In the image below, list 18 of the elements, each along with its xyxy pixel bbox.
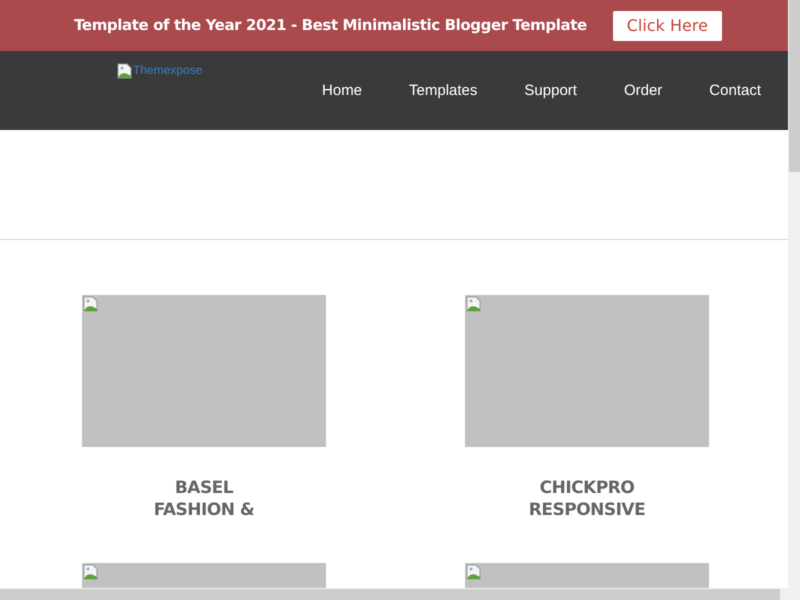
nav-link[interactable]: Order <box>624 80 662 102</box>
nav-link[interactable]: Contact <box>709 80 761 102</box>
nav-link[interactable]: Support <box>524 80 577 102</box>
nav-link[interactable]: Home <box>322 80 362 102</box>
broken-image-icon <box>83 296 99 312</box>
nav-link[interactable]: Templates <box>409 80 478 102</box>
template-title[interactable]: CHICKPRO <box>540 477 634 499</box>
click-here-button[interactable]: Click Here <box>612 10 722 40</box>
broken-image-icon <box>466 564 482 580</box>
scrollbar-thumb[interactable] <box>789 0 800 172</box>
broken-image-icon <box>466 296 482 312</box>
vertical-scrollbar[interactable] <box>788 0 800 600</box>
broken-image-icon <box>83 564 99 580</box>
template-title[interactable]: BASEL <box>174 477 234 499</box>
template-title[interactable]: RESPONSIVE <box>528 499 646 521</box>
broken-image-icon <box>117 63 133 79</box>
promo-text: Template of the Year 2021 - Best Minimalistic Blogger Template <box>74 15 587 36</box>
template-title[interactable]: FASHION & <box>154 499 254 521</box>
